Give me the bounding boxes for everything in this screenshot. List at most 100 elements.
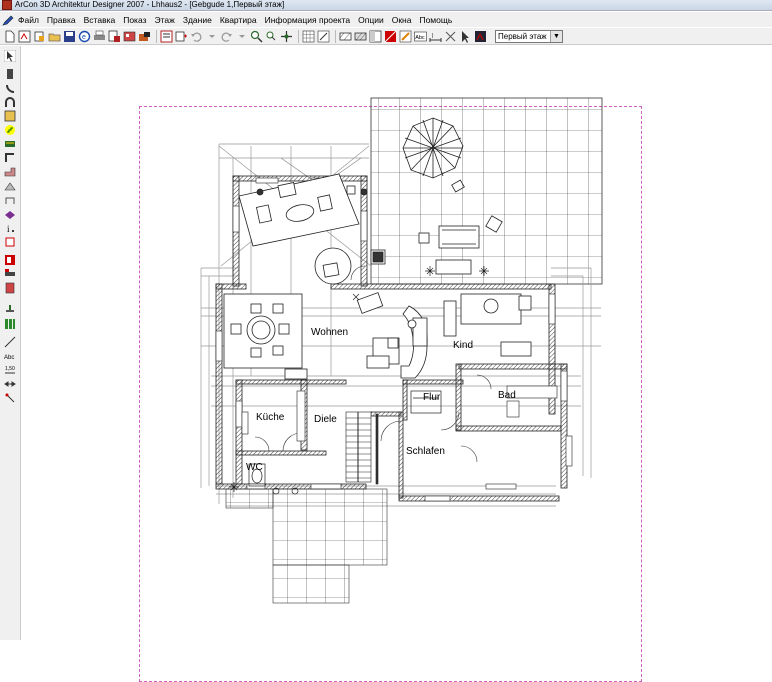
catalog-icon[interactable] [123,30,136,43]
zoom-area-icon[interactable] [265,30,278,43]
room-label-diele: Diele [314,414,337,425]
cabinet-icon[interactable] [4,282,16,294]
arch-icon[interactable] [4,96,16,108]
open-folder-icon[interactable] [48,30,61,43]
text-tool-icon[interactable]: Abc [4,350,16,362]
svg-text:i: i [7,224,10,234]
room-label-wc: WC [246,462,263,473]
floor-plan[interactable] [21,46,772,640]
menubar: Файл Правка Вставка Показ Этаж Здание Кв… [0,12,772,27]
menu-project-info[interactable]: Информация проекта [264,13,352,27]
measure-tool-icon[interactable] [4,392,16,404]
insert-object-icon[interactable] [175,30,188,43]
menu-floor[interactable]: Этаж [154,13,176,27]
entrance-tiles [225,488,388,604]
wizard-icon[interactable] [33,30,46,43]
render-icon[interactable] [474,30,487,43]
round-wall-icon[interactable] [4,82,16,94]
pan-icon[interactable] [280,30,293,43]
fill-color-icon[interactable] [384,30,397,43]
terrace-tiles [370,97,603,285]
redo-dropdown-icon[interactable] [235,30,248,43]
redo-icon[interactable] [220,30,233,43]
new-project-icon[interactable] [18,30,31,43]
chevron-down-icon[interactable]: ▼ [550,30,562,42]
hatch-icon[interactable] [354,30,367,43]
ceiling-tool-icon[interactable] [4,138,16,150]
room-label-kind: Kind [453,340,474,351]
internet-icon[interactable]: e [78,30,91,43]
floor-select-value: Первый этаж [498,31,547,41]
door-tool-icon[interactable] [4,254,16,266]
room-label-schlafen: Schlafen [406,446,445,457]
bar-icon[interactable] [4,268,16,280]
object-icon[interactable] [138,30,151,43]
room-label-flur: Flur [423,392,441,403]
wall-display-icon[interactable] [339,30,352,43]
cut-icon[interactable] [444,30,457,43]
app-icon [2,0,12,10]
grid-icon[interactable] [302,30,315,43]
dimension-tool-icon[interactable]: 1,50 [4,364,16,376]
roof-tool-icon[interactable] [4,166,16,178]
view-2d-icon[interactable] [160,30,173,43]
left-toolbar: i Abc 1,50 [0,46,21,640]
info-icon[interactable]: i [4,222,16,234]
print-preview-icon[interactable] [108,30,121,43]
svg-text:e: e [82,34,86,41]
select-arrow-icon[interactable] [4,50,16,62]
room-label-kueche: Küche [256,412,285,423]
menu-edit[interactable]: Правка [46,13,77,27]
menu-windows[interactable]: Окна [391,13,413,27]
floor-select[interactable]: Первый этаж ▼ [495,29,563,43]
stairs-tool-icon[interactable] [4,124,16,136]
toolbar-separator [298,29,299,43]
dining-table [223,293,303,369]
toolbar-separator [335,29,336,43]
wall-icon[interactable] [4,68,16,80]
living-furniture [238,173,368,285]
purple-object-icon[interactable] [4,208,16,220]
room-label-bad: Bad [498,390,516,401]
light-icon[interactable] [399,30,412,43]
line-tool-icon[interactable] [4,336,16,348]
green-bars-icon[interactable] [4,318,16,330]
menu-options[interactable]: Опции [357,13,385,27]
window-titlebar[interactable]: ArCon 3D Architektur Designer 2007 - Lhh… [0,0,772,11]
undo-dropdown-icon[interactable] [205,30,218,43]
corner-tool-icon[interactable] [4,152,16,164]
pointer-icon[interactable] [459,30,472,43]
menu-file[interactable]: Файл [17,13,40,27]
menu-help[interactable]: Помощь [418,13,453,27]
dimension-icon[interactable]: | [429,30,442,43]
menu-view[interactable]: Показ [122,13,147,27]
save-icon[interactable] [63,30,76,43]
room-icon[interactable] [369,30,382,43]
undo-icon[interactable] [190,30,203,43]
toolbar-separator [156,29,157,43]
window-tool-icon[interactable] [4,236,16,248]
new-file-icon[interactable] [3,30,16,43]
svg-text:Abc: Abc [415,35,425,41]
staircase [345,411,379,485]
menu-apartment[interactable]: Квартира [219,13,258,27]
room-tool-icon[interactable] [4,110,16,122]
stamp-icon[interactable] [4,302,16,314]
menu-insert[interactable]: Вставка [83,13,117,27]
menu-building[interactable]: Здание [182,13,213,27]
skylight-tool-icon[interactable] [4,194,16,206]
window-title: ArCon 3D Architektur Designer 2007 - Lhh… [15,0,285,9]
drawing-canvas[interactable]: Wohnen Kind Küche Diele Flur Bad Schlafe… [21,46,772,682]
main-toolbar: e Abc | Первый этаж ▼ [0,28,772,45]
print-icon[interactable] [93,30,106,43]
snap-icon[interactable] [317,30,330,43]
zoom-icon[interactable] [250,30,263,43]
room-label-wohnen: Wohnen [311,327,349,338]
pencil-menu-icon[interactable] [2,14,14,26]
svg-text:1,50: 1,50 [5,366,15,372]
svg-text:|: | [432,33,433,39]
arrows-tool-icon[interactable] [4,378,16,390]
svg-text:Abc: Abc [4,355,14,361]
text-icon[interactable]: Abc [414,30,427,43]
dormer-tool-icon[interactable] [4,180,16,192]
